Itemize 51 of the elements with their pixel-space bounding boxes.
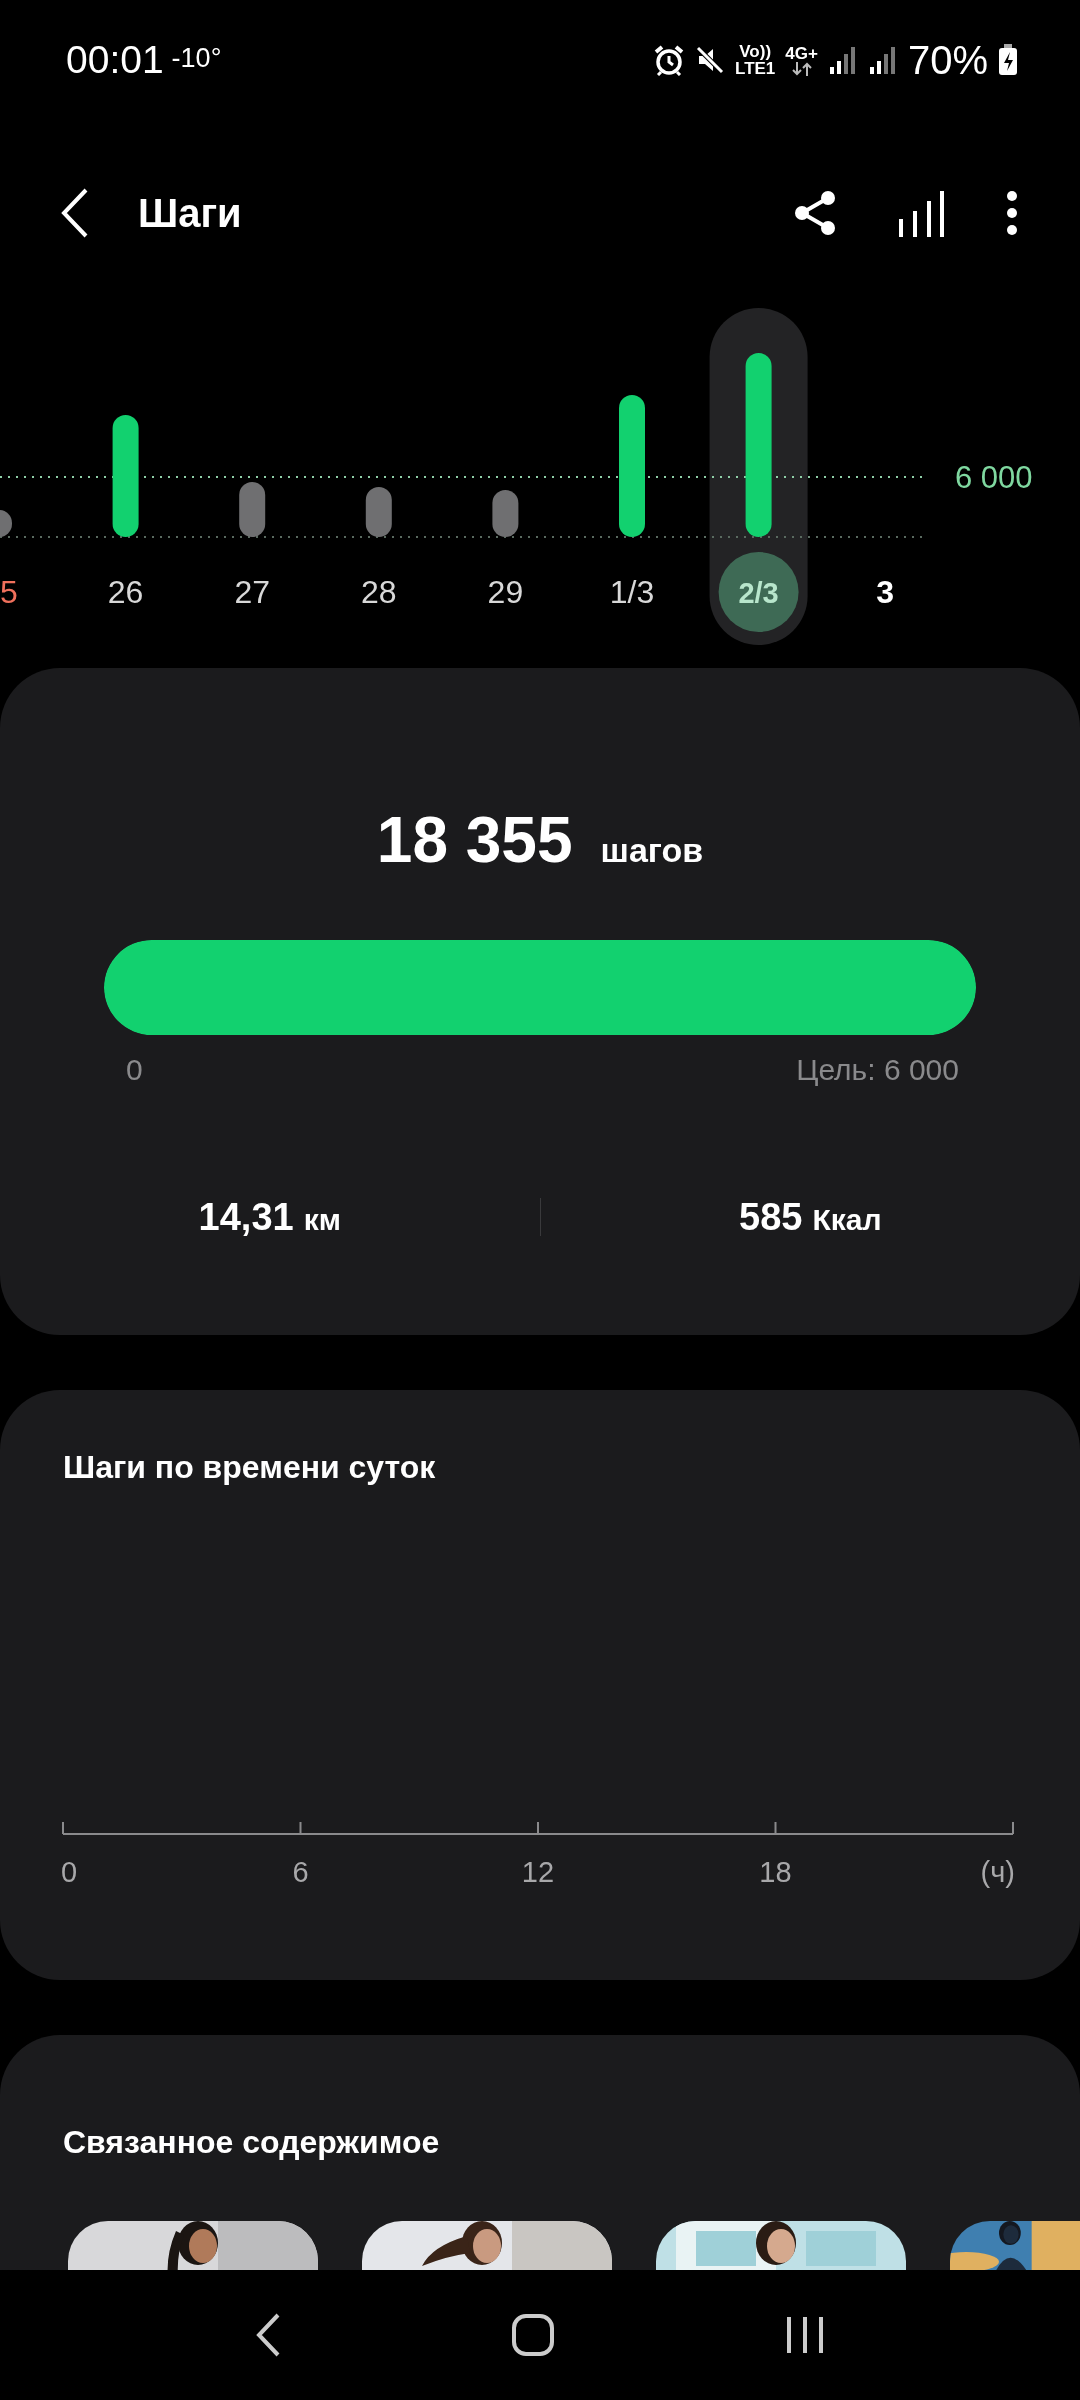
alarm-icon bbox=[653, 44, 685, 76]
goal-text: Цель: 6 000 bbox=[796, 1053, 959, 1087]
back-button[interactable] bbox=[60, 187, 90, 239]
calories-unit: Ккал bbox=[812, 1202, 882, 1237]
step-unit: шагов bbox=[600, 831, 704, 870]
day-label[interactable]: 28 bbox=[361, 574, 397, 610]
bar[interactable] bbox=[0, 510, 12, 537]
more-button[interactable] bbox=[1006, 191, 1018, 235]
temperature: -10° bbox=[171, 42, 222, 74]
back-nav-icon[interactable] bbox=[255, 2313, 281, 2357]
axis-label: (ч) bbox=[980, 1856, 1015, 1888]
network-type: 4G+ bbox=[785, 44, 818, 62]
axis-label: 0 bbox=[61, 1856, 78, 1888]
step-count: 18 355 bbox=[376, 803, 573, 877]
day-label[interactable]: 29 bbox=[487, 574, 524, 610]
axis-label: 12 bbox=[521, 1856, 555, 1888]
day-label[interactable]: 26 bbox=[107, 574, 144, 610]
card-title: Шаги по времени суток bbox=[62, 1448, 437, 1486]
axis-label: 18 bbox=[759, 1856, 792, 1888]
signal-icon bbox=[867, 45, 898, 75]
chart-button[interactable] bbox=[898, 189, 944, 237]
volte-indicator: Vo)) bbox=[739, 43, 772, 60]
distance-value: 14,31 bbox=[198, 1195, 294, 1239]
recents-icon[interactable] bbox=[785, 2315, 825, 2355]
day-label[interactable]: 27 bbox=[234, 574, 270, 610]
day-label[interactable]: 2/3 bbox=[738, 577, 779, 609]
sim-indicator: LTE1 bbox=[735, 60, 776, 77]
bar[interactable] bbox=[745, 353, 772, 537]
home-icon[interactable] bbox=[511, 2313, 555, 2357]
bar[interactable] bbox=[239, 482, 266, 537]
battery-level: 70% bbox=[907, 37, 988, 83]
battery-icon bbox=[998, 44, 1018, 76]
page-title: Шаги bbox=[138, 190, 242, 236]
scale-min: 0 bbox=[126, 1053, 143, 1087]
bar[interactable] bbox=[112, 415, 139, 537]
bar[interactable] bbox=[365, 487, 392, 537]
signal-icon bbox=[827, 45, 858, 75]
day-label[interactable]: 3 bbox=[876, 574, 895, 610]
share-button[interactable] bbox=[794, 190, 836, 236]
day-label[interactable]: 1/3 bbox=[609, 574, 655, 610]
card-title: Связанное содержимое bbox=[62, 2123, 441, 2161]
bar[interactable] bbox=[492, 490, 519, 537]
goal-label: 6 000 bbox=[955, 460, 1033, 495]
bar[interactable] bbox=[619, 395, 645, 537]
clock: 00:01 bbox=[66, 38, 164, 82]
axis-label: 6 bbox=[292, 1856, 309, 1888]
calories-value: 585 bbox=[739, 1195, 803, 1239]
distance-unit: км bbox=[303, 1202, 341, 1237]
mute-icon bbox=[695, 45, 725, 75]
data-arrows-icon bbox=[790, 61, 813, 76]
day-label[interactable]: 5 bbox=[0, 574, 18, 610]
